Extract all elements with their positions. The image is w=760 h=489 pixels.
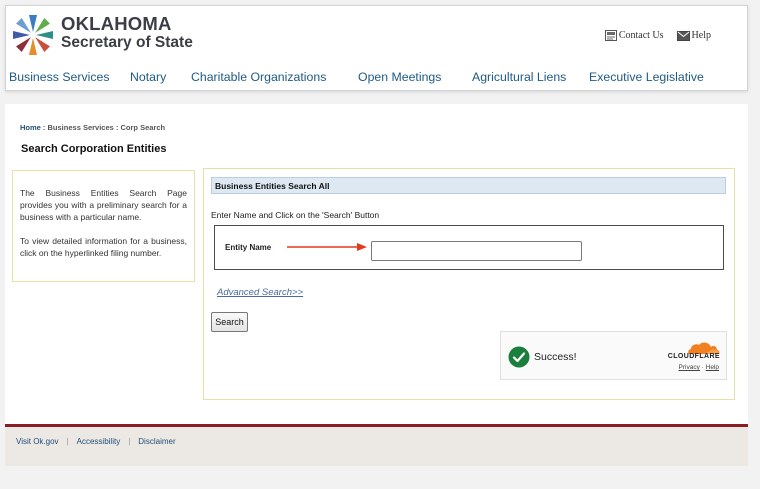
entity-name-label: Entity Name <box>225 243 272 252</box>
footer-separator: | <box>66 437 69 446</box>
entity-name-input[interactable] <box>371 241 582 261</box>
help-label: Help <box>691 30 711 41</box>
captcha-privacy-link[interactable]: Privacy <box>679 364 700 371</box>
breadcrumb: Home : Business Services : Corp Search <box>20 123 165 132</box>
footer-separator: | <box>128 437 131 446</box>
footer-links: Visit Ok.gov | Accessibility | Disclaime… <box>16 437 176 446</box>
breadcrumb-section[interactable]: Business Services <box>48 123 114 132</box>
site-header: OKLAHOMA Secretary of State Contact Us H… <box>5 5 748 91</box>
nav-charitable-organizations[interactable]: Charitable Organizations <box>191 70 326 84</box>
cloudflare-brand: CLOUDFLARE <box>667 353 720 360</box>
info-panel: The Business Entities Search Page provid… <box>12 170 195 282</box>
footer-visit-okgov[interactable]: Visit Ok.gov <box>16 437 59 446</box>
search-form-panel: Business Entities Search All Enter Name … <box>203 168 735 400</box>
utility-links: Contact Us Help <box>604 30 711 41</box>
breadcrumb-current: Corp Search <box>120 123 166 132</box>
info-paragraph: The Business Entities Search Page provid… <box>20 188 187 222</box>
captcha-status: Success! <box>534 351 577 363</box>
entity-name-group: Entity Name <box>214 225 724 270</box>
nav-notary[interactable]: Notary <box>130 70 166 84</box>
form-heading: Business Entities Search All <box>211 177 726 194</box>
breadcrumb-home[interactable]: Home <box>20 123 41 132</box>
success-check-icon <box>508 346 530 368</box>
main-content: Home : Business Services : Corp Search S… <box>5 104 748 424</box>
advanced-search-link[interactable]: Advanced Search>> <box>217 287 303 298</box>
info-paragraph: To view detailed information for a busin… <box>20 236 187 258</box>
footer-disclaimer[interactable]: Disclaimer <box>138 437 175 446</box>
nav-executive-legislative[interactable]: Executive Legislative <box>589 70 704 84</box>
captcha-links: Privacy · Help <box>679 364 719 371</box>
help-link[interactable]: Help <box>676 30 711 41</box>
site-title[interactable]: OKLAHOMA Secretary of State <box>61 14 193 52</box>
arrow-right-icon <box>287 243 367 251</box>
page-title: Search Corporation Entities <box>21 143 167 155</box>
nav-agricultural-liens[interactable]: Agricultural Liens <box>472 70 566 84</box>
contact-us-label: Contact Us <box>618 30 664 41</box>
search-button[interactable]: Search <box>211 312 248 332</box>
breadcrumb-separator: : <box>40 123 48 132</box>
form-instruction: Enter Name and Click on the 'Search' But… <box>211 210 380 220</box>
site-footer: Visit Ok.gov | Accessibility | Disclaime… <box>5 424 748 466</box>
nav-business-services[interactable]: Business Services <box>9 70 109 84</box>
oklahoma-logo-icon[interactable] <box>10 12 56 58</box>
site-title-line2: Secretary of State <box>61 34 193 51</box>
captcha-widget[interactable]: Success! CLOUDFLARE Privacy · Help <box>500 331 727 380</box>
contact-us-link[interactable]: Contact Us <box>604 30 664 41</box>
nav-open-meetings[interactable]: Open Meetings <box>358 70 441 84</box>
envelope-icon <box>676 30 690 41</box>
footer-accessibility[interactable]: Accessibility <box>77 437 121 446</box>
captcha-help-link[interactable]: Help <box>706 364 719 371</box>
site-title-line1: OKLAHOMA <box>61 13 172 34</box>
contact-card-icon <box>604 30 617 41</box>
